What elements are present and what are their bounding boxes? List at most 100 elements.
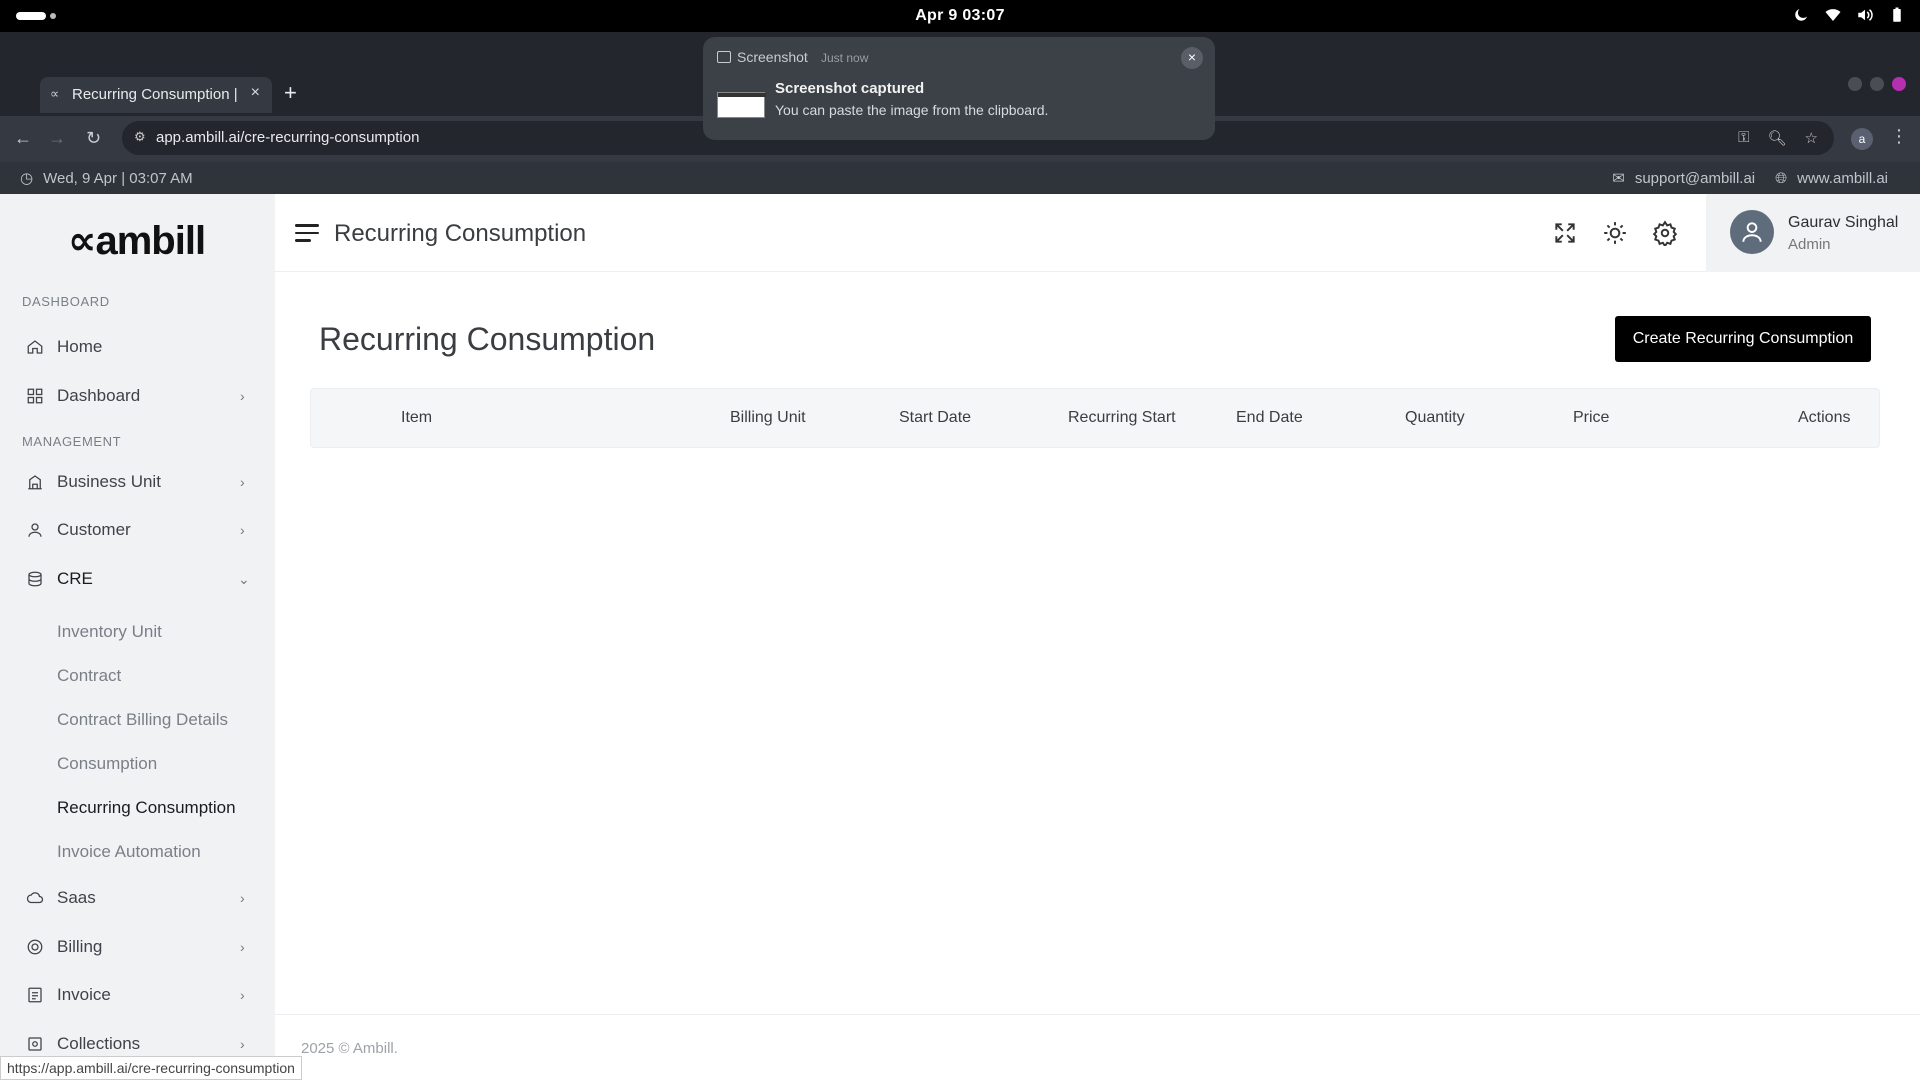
address-bar-actions: ⚿ 🔍︎ ☆ [1738,129,1818,147]
password-key-icon[interactable]: ⚿ [1738,129,1749,147]
sidebar-subitem-consumption[interactable]: Consumption [57,754,157,774]
page-title: Recurring Consumption [319,321,656,357]
fullscreen-icon[interactable] [1552,220,1578,246]
chevron-right-icon: › [240,890,245,906]
maximize-button[interactable] [1870,77,1884,91]
system-clock[interactable]: Apr 9 03:07 [0,7,1920,25]
sidebar-subitem-inventory-unit[interactable]: Inventory Unit [57,622,162,642]
ambill-favicon-icon: ∝ [50,86,60,101]
system-tray[interactable] [1792,6,1906,24]
user-profile-box[interactable]: Gaurav Singhal Admin [1706,194,1920,272]
header-title: Recurring Consumption [334,220,587,247]
grid-icon [26,387,44,405]
sidebar-subitem-contract-billing-details[interactable]: Contract Billing Details [57,710,228,730]
column-header-start-date[interactable]: Start Date [899,409,971,427]
column-header-recurring-start[interactable]: Recurring Start [1068,409,1176,427]
user-role: Admin [1788,236,1831,253]
sidebar-item-label: Dashboard [57,386,141,405]
sidebar-item-billing[interactable]: Billing › [0,929,275,965]
tab-close-icon[interactable]: × [251,84,260,102]
chevron-right-icon: › [240,474,245,490]
sidebar-item-customer[interactable]: Customer › [0,512,275,548]
sun-theme-icon[interactable] [1602,220,1628,246]
window-close-button[interactable] [1892,77,1906,91]
sidebar-item-invoice[interactable]: Invoice › [0,977,275,1013]
column-header-end-date[interactable]: End Date [1236,409,1303,427]
sidebar-item-label: Saas [57,888,96,907]
data-table-header: Item Billing Unit Start Date Recurring S… [310,388,1880,448]
volume-icon [1858,9,1873,21]
sidebar-item-business-unit[interactable]: Business Unit › [0,464,275,500]
column-header-price[interactable]: Price [1573,409,1609,427]
home-icon [26,338,44,356]
column-header-actions[interactable]: Actions [1798,409,1850,427]
forward-arrow-icon[interactable]: → [48,128,66,149]
section-management: MANAGEMENT [22,434,122,449]
sidebar-item-dashboard[interactable]: Dashboard › [0,378,275,414]
profile-avatar[interactable]: a [1851,128,1873,150]
back-arrow-icon[interactable]: ← [14,128,32,149]
minimize-button[interactable] [1848,77,1862,91]
new-tab-button[interactable]: + [284,80,297,106]
footer-copyright: 2025 © Ambill. [301,1040,398,1057]
user-avatar-icon [1742,222,1762,242]
user-icon [26,521,44,539]
window-controls [1848,77,1906,91]
invoice-icon [26,986,44,1004]
tab-title: Recurring Consumption | [72,86,238,103]
globe-icon: 🌐︎ [1775,169,1788,187]
notification-title: Screenshot captured [775,80,925,97]
sidebar-item-home[interactable]: Home [0,329,275,365]
current-datetime: Wed, 9 Apr | 03:07 AM [43,169,193,187]
sidebar-item-label: Business Unit [57,472,161,491]
bookmark-star-icon[interactable]: ☆ [1805,129,1818,147]
browser-tab-active[interactable]: ∝ Recurring Consumption | × [40,77,272,113]
screenshot-thumbnail [717,92,766,118]
column-header-item[interactable]: Item [401,409,432,427]
sidebar-item-label: Home [57,337,103,356]
support-email-link[interactable]: ✉ support@ambill.ai [1612,169,1756,188]
database-icon [26,570,44,588]
link-status-bubble: https://app.ambill.ai/cre-recurring-cons… [0,1056,302,1080]
logo-text: ambill [95,219,206,263]
sidebar-subitem-invoice-automation[interactable]: Invoice Automation [57,842,201,862]
chevron-right-icon: › [240,987,245,1003]
support-email-text: support@ambill.ai [1634,169,1756,187]
system-top-bar: Apr 9 03:07 [0,0,1920,32]
zoom-icon[interactable]: 🔍︎ [1768,129,1787,147]
website-text: www.ambill.ai [1797,169,1888,187]
sidebar-subitem-recurring-consumption[interactable]: Recurring Consumption [57,798,236,818]
ambill-logo[interactable]: ∝ambill [68,218,206,264]
column-header-quantity[interactable]: Quantity [1405,409,1465,427]
chevron-right-icon: › [240,388,245,404]
gear-icon[interactable] [1652,220,1678,248]
chevron-right-icon: › [240,1036,245,1052]
avatar [1730,210,1774,254]
battery-icon [1893,7,1901,22]
screenshot-notification[interactable]: Screenshot Just now Screenshot captured … [703,37,1215,140]
hamburger-menu-icon[interactable] [295,224,319,247]
sidebar-item-saas[interactable]: Saas › [0,880,275,916]
night-mode-icon [1795,9,1807,21]
info-strip: ◷ Wed, 9 Apr | 03:07 AM ✉ support@ambill.… [0,162,1920,194]
wifi-icon [1825,9,1841,21]
sidebar-subitem-contract[interactable]: Contract [57,666,121,686]
address-url[interactable]: app.ambill.ai/cre-recurring-consumption [156,129,419,146]
notification-body: You can paste the image from the clipboa… [775,102,1049,118]
sidebar-item-label: Customer [57,520,131,539]
collections-icon [26,1035,44,1053]
clock-icon: ◷ [20,170,34,187]
notification-close-icon[interactable]: × [1181,47,1203,69]
column-header-billing-unit[interactable]: Billing Unit [730,409,806,427]
site-info-icon[interactable]: ⚙ [134,129,146,145]
reload-icon[interactable]: ↻ [86,128,101,149]
create-recurring-consumption-button[interactable]: Create Recurring Consumption [1615,316,1871,362]
website-link[interactable]: 🌐︎ www.ambill.ai [1775,169,1888,187]
app-header: Recurring Consumption [275,194,1920,272]
chevron-right-icon: › [240,522,245,538]
browser-menu-icon[interactable]: ⋮ [1890,126,1908,147]
sidebar-item-cre[interactable]: CRE ⌄ [0,561,275,597]
sidebar: ∝ambill DASHBOARD Home Dashboard › MANAG… [0,194,275,1080]
building-icon [26,473,44,491]
chevron-right-icon: › [240,939,245,955]
